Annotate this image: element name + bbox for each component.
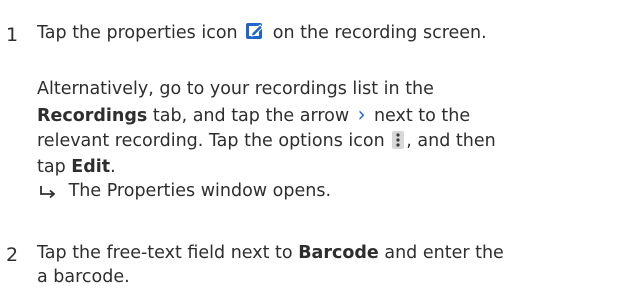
alternative-line-4: tap Edit.: [37, 157, 116, 177]
step-number: 2: [6, 244, 19, 266]
options-menu-icon: [392, 131, 405, 157]
edit-properties-icon: [245, 21, 265, 49]
result-line: The Properties window opens.: [37, 178, 331, 207]
alternative-line-1: Alternatively, go to your recordings lis…: [37, 79, 434, 99]
step-number: 1: [6, 24, 19, 46]
alternative-line-3: relevant recording. Tap the options icon…: [37, 128, 496, 157]
alternative-line-2: Recordings tab, and tap the arrow › next…: [37, 102, 470, 129]
result-arrow-icon: [39, 181, 57, 207]
chevron-right-icon: ›: [357, 102, 366, 128]
step-2-instruction: Tap the free-text field next to Barcode …: [37, 243, 504, 263]
step-1-instruction: Tap the properties icon on the recording…: [37, 20, 487, 49]
step-2-instruction-cont: a barcode.: [37, 267, 130, 287]
